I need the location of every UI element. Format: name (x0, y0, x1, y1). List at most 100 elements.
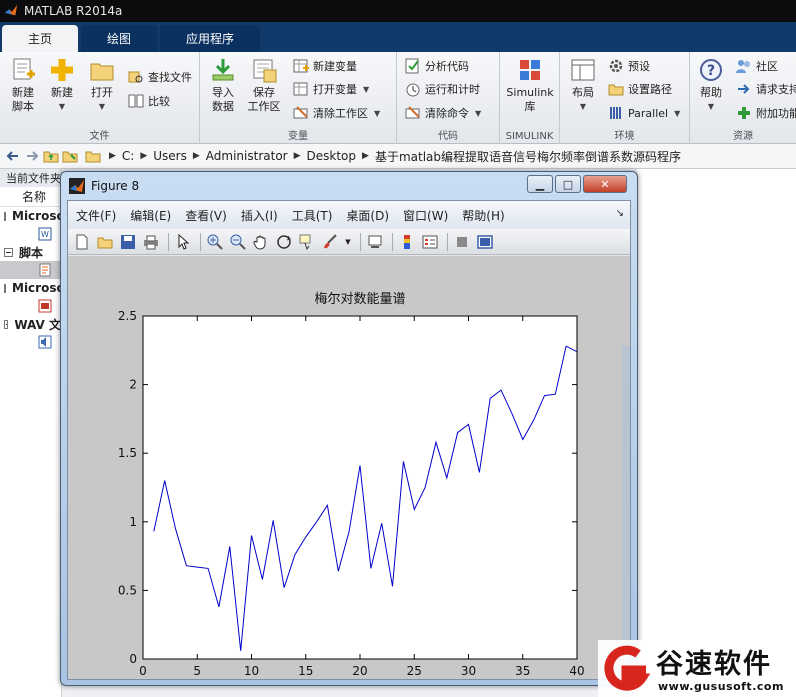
y-tick-label: 1 (129, 515, 137, 529)
plot-area[interactable]: 梅尔对数能量谱 0 5 10 15 20 25 30 35 40 0 0.5 1 1.5 2 2.5 (68, 256, 630, 697)
back-arrow-icon[interactable] (4, 147, 22, 165)
breadcrumb-item[interactable]: Administrator (206, 149, 288, 163)
zoom-in-button[interactable] (205, 232, 225, 252)
list-item[interactable]: W (0, 225, 61, 243)
simulink-library-label: Simulink 库 (506, 86, 554, 113)
clear-commands-button[interactable]: 清除命令 ▼ (405, 102, 481, 124)
hide-plot-tools-button[interactable] (452, 232, 472, 252)
list-item[interactable] (0, 261, 61, 279)
analyze-code-button[interactable]: 分析代码 (405, 55, 469, 77)
clear-workspace-button[interactable]: 清除工作区 ▼ (293, 102, 380, 124)
zoom-out-button[interactable] (228, 232, 248, 252)
axes-svg[interactable]: 梅尔对数能量谱 0 5 10 15 20 25 30 35 40 0 0.5 1 1.5 2 2.5 (68, 256, 630, 679)
new-script-icon (13, 58, 35, 80)
tree-group[interactable]: Microsoft (0, 279, 61, 297)
x-tick-label: 10 (244, 664, 259, 678)
edit-plot-button[interactable] (173, 232, 193, 252)
compare-button[interactable]: 比较 (128, 90, 170, 112)
preferences-button[interactable]: 预设 (608, 55, 650, 77)
tab-home[interactable]: 主页 (2, 25, 79, 52)
save-workspace-button[interactable]: 保存 工作区 (244, 56, 284, 114)
data-cursor-button[interactable] (297, 232, 317, 252)
dock-arrow-icon[interactable]: ↘ (616, 208, 624, 219)
request-support-button[interactable]: 请求支持 (736, 78, 796, 100)
help-button[interactable]: ? 帮助 ▼ (696, 56, 726, 114)
y-tick-label: 1.5 (118, 446, 137, 460)
new-variable-button[interactable]: 新建变量 (293, 55, 357, 77)
brush-dropdown[interactable]: ▼ (343, 232, 353, 252)
tab-plots[interactable]: 绘图 (81, 25, 158, 52)
address-bar: ▶ C: ▶ Users ▶ Administrator ▶ Desktop ▶… (0, 144, 796, 169)
menu-file[interactable]: 文件(F) (76, 207, 116, 224)
menu-edit[interactable]: 编辑(E) (130, 207, 171, 224)
open-variable-button[interactable]: 打开变量 ▼ (293, 78, 369, 100)
breadcrumb-separator-icon: ▶ (293, 151, 301, 161)
list-item[interactable] (0, 297, 61, 315)
add-ons-button[interactable]: 附加功能 (736, 102, 796, 124)
y-tick-label: 0 (129, 652, 137, 666)
set-path-button[interactable]: 设置路径 (608, 78, 672, 100)
tree-group-label: Microsoft (12, 281, 61, 295)
simulink-library-button[interactable]: Simulink 库 (504, 56, 556, 114)
chevron-down-icon: ▼ (98, 102, 106, 111)
new-figure-button[interactable] (72, 232, 92, 252)
run-and-time-button[interactable]: 运行和计时 (405, 78, 480, 100)
tree-group-label: 脚本 (19, 245, 44, 260)
breadcrumb-item[interactable]: Desktop (307, 149, 357, 163)
up-folder-icon[interactable] (42, 147, 60, 165)
new-script-button[interactable]: 新建 脚本 (6, 56, 40, 114)
import-data-button[interactable]: 导入 数据 (206, 56, 240, 114)
tree-group[interactable]: Microsoft (0, 207, 61, 225)
collapse-icon[interactable] (4, 211, 6, 221)
insert-colorbar-button[interactable] (397, 232, 417, 252)
breadcrumb: ▶ C: (109, 149, 134, 163)
browse-folder-icon[interactable] (61, 147, 79, 165)
new-button[interactable]: 新建 ▼ (46, 56, 78, 114)
collapse-icon[interactable] (4, 247, 13, 257)
menu-window[interactable]: 窗口(W) (403, 207, 448, 224)
menu-help[interactable]: 帮助(H) (462, 207, 504, 224)
collapse-icon[interactable] (4, 319, 9, 329)
menu-tools[interactable]: 工具(T) (292, 207, 333, 224)
collapse-icon[interactable] (4, 283, 6, 293)
menu-insert[interactable]: 插入(I) (241, 207, 278, 224)
forward-arrow-icon[interactable] (23, 147, 41, 165)
maximize-button[interactable]: □ (555, 175, 581, 193)
minimize-button[interactable]: ▁ (527, 175, 553, 193)
open-file-button[interactable] (95, 232, 115, 252)
x-tick-label: 20 (352, 664, 367, 678)
show-plot-tools-button[interactable] (475, 232, 495, 252)
editor-area (637, 169, 796, 697)
chevron-down-icon: ▼ (345, 237, 351, 246)
tree-group[interactable]: 脚本 (0, 243, 61, 261)
close-button[interactable]: ✕ (583, 175, 627, 193)
open-button[interactable]: 打开 ▼ (86, 56, 118, 114)
rotate-3d-button[interactable] (274, 232, 294, 252)
print-figure-button[interactable] (141, 232, 161, 252)
tree-group[interactable]: WAV 文 (0, 315, 61, 333)
figure-body: 文件(F) 编辑(E) 查看(V) 插入(I) 工具(T) 桌面(D) 窗口(W… (67, 200, 631, 697)
chart-title: 梅尔对数能量谱 (314, 292, 405, 307)
link-plot-button[interactable] (365, 232, 385, 252)
gusu-logo-icon (604, 645, 650, 691)
parallel-button[interactable]: Parallel ▼ (608, 102, 680, 124)
find-files-button[interactable]: 查找文件 (128, 66, 192, 88)
breadcrumb-item[interactable]: Users (153, 149, 187, 163)
breadcrumb-item[interactable]: C: (122, 149, 134, 163)
breadcrumb-item[interactable]: 基于matlab编程提取语音信号梅尔频率倒谱系数源码程序 (375, 148, 681, 165)
community-button[interactable]: 社区 (736, 55, 778, 77)
layout-button[interactable]: 布局 ▼ (566, 56, 600, 114)
pan-button[interactable] (251, 232, 271, 252)
list-item[interactable] (0, 333, 61, 351)
save-figure-button[interactable] (118, 232, 138, 252)
menu-view[interactable]: 查看(V) (185, 207, 227, 224)
ribbon-group-label: 资源 (733, 131, 753, 142)
pdf-document-icon (38, 299, 52, 313)
community-icon (736, 60, 750, 73)
name-column-header[interactable]: 名称 (0, 187, 61, 207)
tab-apps[interactable]: 应用程序 (160, 25, 261, 52)
ribbon: 新建 脚本 新建 ▼ 打开 ▼ 查找文件 比较 文件 导入 数据 保存 工作区 … (0, 52, 796, 144)
menu-desktop[interactable]: 桌面(D) (346, 207, 389, 224)
insert-legend-button[interactable] (420, 232, 440, 252)
brush-button[interactable] (320, 232, 340, 252)
